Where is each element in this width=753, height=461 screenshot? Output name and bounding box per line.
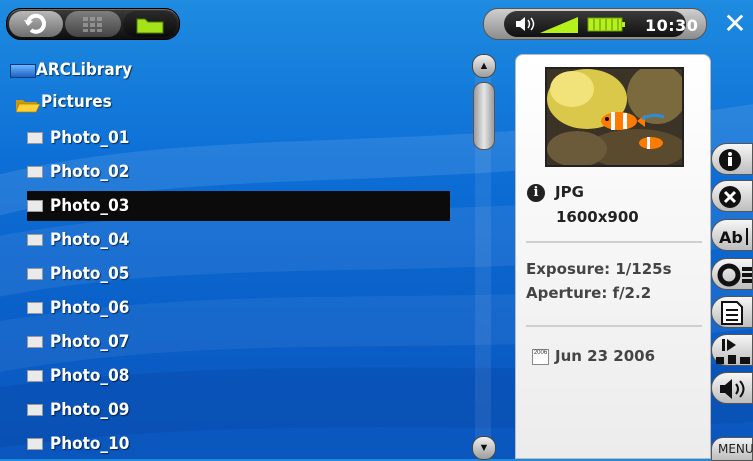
refresh-icon [24, 13, 46, 34]
playlist-icon [721, 301, 743, 325]
file-list-item[interactable]: Photo_04 [27, 225, 450, 255]
clownfish-thumbnail-image [547, 69, 682, 165]
item-label: Photo_09 [50, 400, 130, 420]
menu-button[interactable]: MENU [711, 437, 753, 461]
rename-icon: Ab [719, 228, 748, 247]
aperture-value: Aperture: f/2.2 [526, 284, 652, 302]
delete-button[interactable] [711, 180, 753, 212]
item-label: Photo_02 [50, 162, 130, 182]
item-label: Photo_05 [50, 264, 130, 284]
photo-file-icon [27, 200, 43, 212]
item-label: Pictures [41, 92, 112, 112]
photo-file-icon [27, 438, 43, 450]
close-icon[interactable]: ✕ [722, 10, 748, 38]
info-icon: i [527, 184, 545, 202]
item-label: Photo_07 [50, 332, 130, 352]
item-label: Photo_03 [50, 196, 130, 216]
top-bar: 10:30 ✕ [0, 0, 753, 44]
scrollbar[interactable]: ▲ ▼ [470, 52, 496, 460]
file-list-item[interactable]: Photo_05 [27, 259, 450, 289]
image-resolution: 1600x900 [556, 208, 639, 226]
file-list-item[interactable]: Photo_06 [27, 293, 450, 323]
rename-button[interactable]: Ab [711, 219, 753, 251]
photo-thumbnail[interactable] [545, 67, 684, 167]
file-list-item[interactable]: Photo_09 [27, 395, 450, 425]
photo-file-icon [27, 132, 43, 144]
refresh-button[interactable] [9, 11, 63, 37]
file-list-item[interactable]: Photo_10 [27, 429, 450, 459]
file-list-item[interactable]: Photo_03 [27, 191, 450, 221]
open-folder-icon [15, 93, 41, 113]
folder-item[interactable]: Pictures [15, 87, 315, 117]
item-label: Photo_04 [50, 230, 130, 250]
clock-time: 10:30 [645, 16, 699, 35]
battery-icon [587, 17, 625, 32]
sound-button[interactable] [711, 372, 753, 404]
settings-icon [717, 263, 752, 287]
exposure-value: Exposure: 1/125s [526, 260, 672, 278]
photo-file-icon [27, 302, 43, 314]
item-label: Photo_10 [50, 434, 130, 454]
slideshow-button[interactable] [711, 334, 753, 366]
scroll-down-button[interactable]: ▼ [472, 436, 496, 460]
calendar-icon: 2006 [532, 349, 549, 365]
photo-file-icon [27, 404, 43, 416]
info-button[interactable] [711, 143, 753, 175]
item-label: ARCLibrary [36, 60, 133, 80]
grid-view-icon [83, 17, 102, 32]
settings-button[interactable] [711, 258, 753, 290]
delete-icon [719, 186, 741, 208]
folder-view-button[interactable] [123, 11, 177, 37]
photo-file-icon [27, 370, 43, 382]
photo-file-icon [27, 234, 43, 246]
speaker-icon [516, 17, 535, 31]
volume-level-icon [540, 17, 578, 33]
file-list-item[interactable]: Photo_01 [27, 123, 450, 153]
item-label: Photo_01 [50, 128, 130, 148]
library-root-item[interactable]: ARCLibrary [10, 55, 310, 85]
folder-icon [136, 18, 164, 34]
photo-file-icon [27, 166, 43, 178]
file-list-item[interactable]: Photo_08 [27, 361, 450, 391]
photo-file-icon [27, 268, 43, 280]
calendar-year: 2006 [533, 350, 548, 356]
file-list-item[interactable]: Photo_07 [27, 327, 450, 357]
slideshow-icon [716, 339, 750, 364]
item-label: Photo_08 [50, 366, 130, 386]
file-list-item[interactable]: Photo_02 [27, 157, 450, 187]
info-icon [719, 149, 741, 171]
panel-divider [526, 241, 702, 243]
svg-text:Ab: Ab [719, 228, 743, 247]
file-info-panel: i JPG 1600x900 Exposure: 1/125s Aperture… [515, 54, 711, 459]
item-label: Photo_06 [50, 298, 130, 318]
view-switcher [6, 8, 180, 40]
sound-icon [720, 379, 745, 399]
scrollbar-thumb[interactable] [473, 82, 495, 150]
library-folder-icon [10, 64, 36, 78]
playlist-button[interactable] [711, 296, 753, 328]
grid-view-button[interactable] [65, 11, 121, 37]
photo-file-icon [27, 336, 43, 348]
file-format: JPG [555, 183, 584, 201]
panel-divider [526, 325, 702, 327]
file-date: Jun 23 2006 [555, 347, 656, 365]
scroll-up-button[interactable]: ▲ [472, 54, 496, 78]
